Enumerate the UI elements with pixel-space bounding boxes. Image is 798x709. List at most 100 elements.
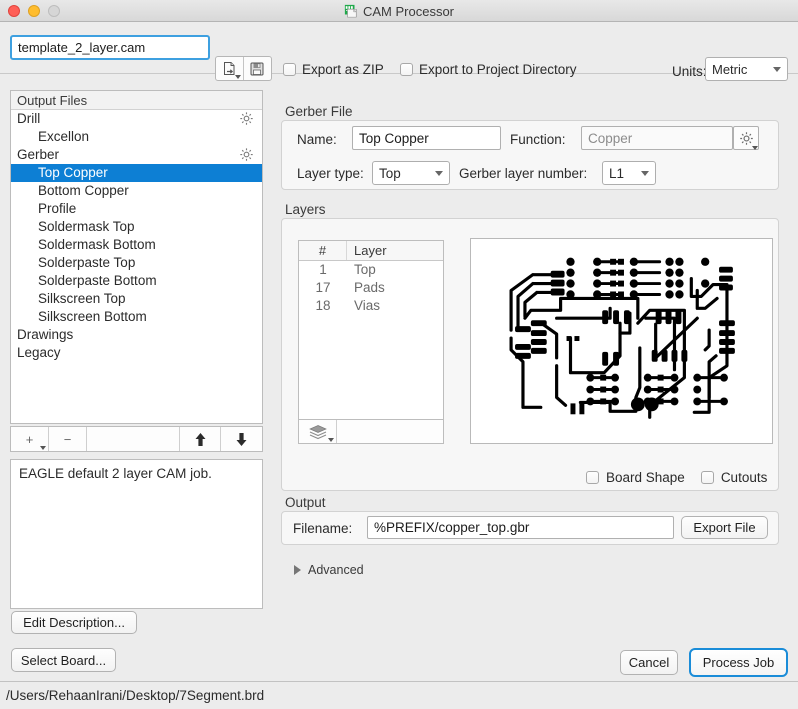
layers-col-number: # (299, 241, 347, 260)
layer-name: Pads (354, 280, 385, 295)
sidebar-item-soldermask-bottom[interactable]: Soldermask Bottom (11, 236, 262, 254)
sidebar-item-top-copper[interactable]: Top Copper (11, 164, 262, 182)
move-up-button[interactable] (180, 427, 221, 451)
edit-description-button[interactable]: Edit Description... (11, 611, 137, 634)
window-title-area: CAM Processor (0, 0, 798, 22)
gerber-layer-number-label: Gerber layer number: (459, 166, 588, 181)
pcb-preview[interactable] (470, 238, 773, 444)
sidebar-item-label: Solderpaste Bottom (38, 273, 157, 288)
cam-processor-window: CAM Processor template_2_layer.cam Expor… (0, 0, 798, 709)
sidebar-item-label: Top Copper (38, 165, 108, 180)
sidebar-item-label: Excellon (38, 129, 90, 144)
units-value: Metric (712, 61, 748, 77)
export-project-dir-row[interactable]: Export to Project Directory (400, 62, 577, 77)
arrow-up-icon (195, 432, 205, 446)
gerber-name-input[interactable]: Top Copper (352, 126, 501, 150)
layers-table-body: 1 Top 17 Pads 18 Vias (299, 261, 443, 315)
layer-number: 1 (319, 262, 327, 277)
output-files-toolbar: + − (10, 426, 263, 452)
sidebar-item-label: Gerber (17, 147, 60, 162)
cutouts-label: Cutouts (720, 470, 768, 485)
new-document-button[interactable] (216, 57, 244, 80)
layers-table-row[interactable]: 18 Vias (299, 297, 443, 315)
export-file-button[interactable]: Export File (681, 516, 768, 539)
function-gear-button[interactable] (733, 126, 759, 150)
cam-document-icon (344, 4, 357, 18)
layers-table-row[interactable]: 17 Pads (299, 279, 443, 297)
save-floppy-icon (250, 62, 264, 75)
sidebar-item-label: Bottom Copper (38, 183, 129, 198)
status-bar: /Users/RehaanIrani/Desktop/7Segment.brd (0, 681, 798, 709)
sidebar-item-solderpaste-top[interactable]: Solderpaste Top (11, 254, 262, 272)
layers-toolbar-spacer (337, 420, 443, 443)
units-label: Units: (672, 64, 707, 79)
layers-stack-icon (308, 424, 327, 439)
sidebar-item-legacy[interactable]: Legacy (11, 344, 262, 362)
save-button[interactable] (244, 57, 271, 80)
gerber-layer-number-select[interactable]: L1 (602, 161, 656, 185)
cancel-button[interactable]: Cancel (620, 650, 678, 675)
board-shape-checkbox[interactable] (586, 471, 599, 484)
remove-output-label: − (63, 431, 72, 447)
output-files-list: Drill Excellon Gerber Top Copper Bottom Copp… (11, 110, 262, 362)
pcb-top-copper-preview (471, 239, 772, 443)
toolbar-spacer (87, 427, 180, 451)
layers-table-row[interactable]: 1 Top (299, 261, 443, 279)
triangle-right-icon (294, 565, 301, 575)
name-label: Name: (297, 132, 337, 147)
arrow-down-icon (236, 432, 247, 446)
layers-table[interactable]: # Layer 1 Top 17 Pads 18 Vias (298, 240, 444, 420)
layers-table-header: # Layer (299, 241, 443, 261)
gerber-layer-number-value: L1 (609, 165, 625, 181)
sidebar-item-profile[interactable]: Profile (11, 200, 262, 218)
gerber-file-group-label: Gerber File (285, 104, 353, 119)
sidebar-item-soldermask-top[interactable]: Soldermask Top (11, 218, 262, 236)
layers-col-name: Layer (354, 243, 387, 258)
chevron-down-icon (40, 446, 46, 450)
layers-toolbar (298, 419, 444, 444)
layers-stack-button[interactable] (299, 420, 337, 443)
board-shape-label: Board Shape (606, 470, 685, 485)
export-zip-row[interactable]: Export as ZIP (283, 62, 384, 77)
advanced-disclosure[interactable]: Advanced (294, 563, 364, 577)
chevron-down-icon (435, 171, 443, 176)
window-title: CAM Processor (362, 3, 455, 19)
sidebar-item-silkscreen-top[interactable]: Silkscreen Top (11, 290, 262, 308)
gear-icon (739, 131, 753, 145)
output-files-tree[interactable]: Output Files Drill Excellon Gerber Top Copp… (10, 90, 263, 424)
sidebar-item-bottom-copper[interactable]: Bottom Copper (11, 182, 262, 200)
sidebar-item-label: Soldermask Bottom (38, 237, 156, 252)
sidebar-item-solderpaste-bottom[interactable]: Solderpaste Bottom (11, 272, 262, 290)
sidebar-item-label: Solderpaste Top (38, 255, 136, 270)
export-project-dir-checkbox[interactable] (400, 63, 413, 76)
sidebar-item-label: Silkscreen Bottom (38, 309, 147, 324)
chevron-down-icon (328, 438, 334, 442)
board-shape-row[interactable]: Board Shape Cutouts (586, 470, 767, 485)
sidebar-item-drill[interactable]: Drill (11, 110, 262, 128)
output-group-label: Output (285, 495, 326, 510)
cutouts-checkbox[interactable] (700, 471, 714, 484)
move-down-button[interactable] (221, 427, 262, 451)
export-zip-checkbox[interactable] (283, 63, 296, 76)
sidebar-item-label: Soldermask Top (38, 219, 135, 234)
chevron-down-icon (773, 67, 781, 72)
sidebar-item-drawings[interactable]: Drawings (11, 326, 262, 344)
layer-number: 18 (315, 298, 331, 313)
output-filename-input[interactable]: %PREFIX/copper_top.gbr (367, 516, 674, 539)
layer-type-select[interactable]: Top (372, 161, 450, 185)
job-description-text[interactable]: EAGLE default 2 layer CAM job. (10, 459, 263, 609)
layer-name: Vias (354, 298, 381, 313)
remove-output-button[interactable]: − (49, 427, 87, 451)
sidebar-item-label: Legacy (17, 345, 61, 360)
cam-job-file-input[interactable]: template_2_layer.cam (10, 35, 210, 60)
layer-number: 17 (315, 280, 331, 295)
chevron-down-icon (641, 171, 649, 176)
gerber-function-input[interactable]: Copper (581, 126, 733, 150)
sidebar-item-excellon[interactable]: Excellon (11, 128, 262, 146)
select-board-button[interactable]: Select Board... (11, 648, 116, 672)
process-job-button[interactable]: Process Job (689, 648, 788, 677)
add-output-button[interactable]: + (11, 427, 49, 451)
sidebar-item-gerber[interactable]: Gerber (11, 146, 262, 164)
units-select[interactable]: Metric (705, 57, 788, 81)
sidebar-item-silkscreen-bottom[interactable]: Silkscreen Bottom (11, 308, 262, 326)
